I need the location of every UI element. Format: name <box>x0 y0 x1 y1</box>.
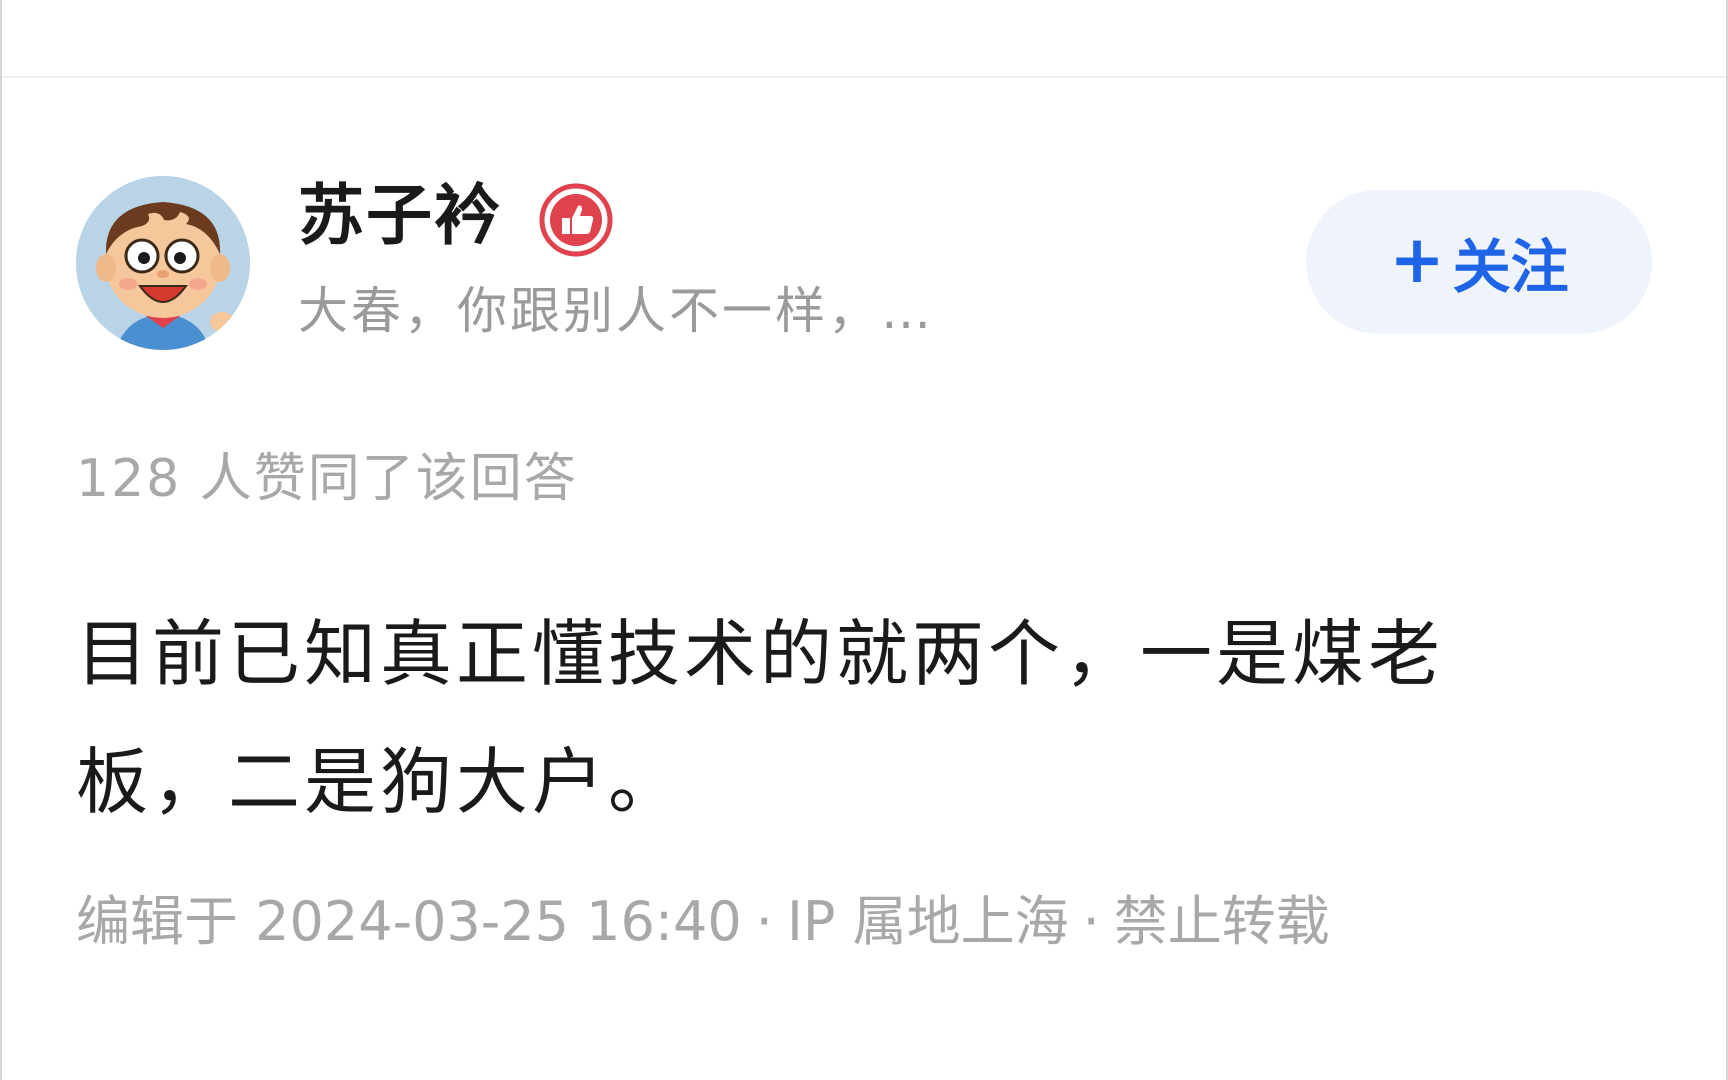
ip-location: IP 属地上海 <box>786 890 1069 953</box>
plus-icon: + <box>1389 221 1445 298</box>
follow-button[interactable]: + 关注 <box>1306 190 1652 334</box>
vote-count: 128 人赞同了该回答 <box>76 449 578 509</box>
meta-separator: · <box>755 890 773 953</box>
thumbs-up-badge-icon[interactable] <box>538 182 614 258</box>
copyright-notice: 禁止转载 <box>1113 890 1330 953</box>
author-headline[interactable]: 大春，你跟别人不一样，… <box>298 278 934 344</box>
cartoon-boy-avatar-icon <box>76 176 250 350</box>
edited-time: 编辑于 2024-03-25 16:40 <box>76 890 742 953</box>
follow-label: 关注 <box>1452 233 1569 301</box>
meta-separator: · <box>1082 890 1100 953</box>
top-divider <box>2 76 1726 78</box>
author-avatar[interactable] <box>76 176 250 350</box>
answer-content: 目前已知真正懂技术的就两个，一是煤老板，二是狗大户。 <box>76 612 1445 824</box>
author-name[interactable]: 苏子衿 <box>298 176 502 256</box>
answer-meta: 编辑于 2024-03-25 16:40 · IP 属地上海 · 禁止转载 <box>76 886 1330 958</box>
